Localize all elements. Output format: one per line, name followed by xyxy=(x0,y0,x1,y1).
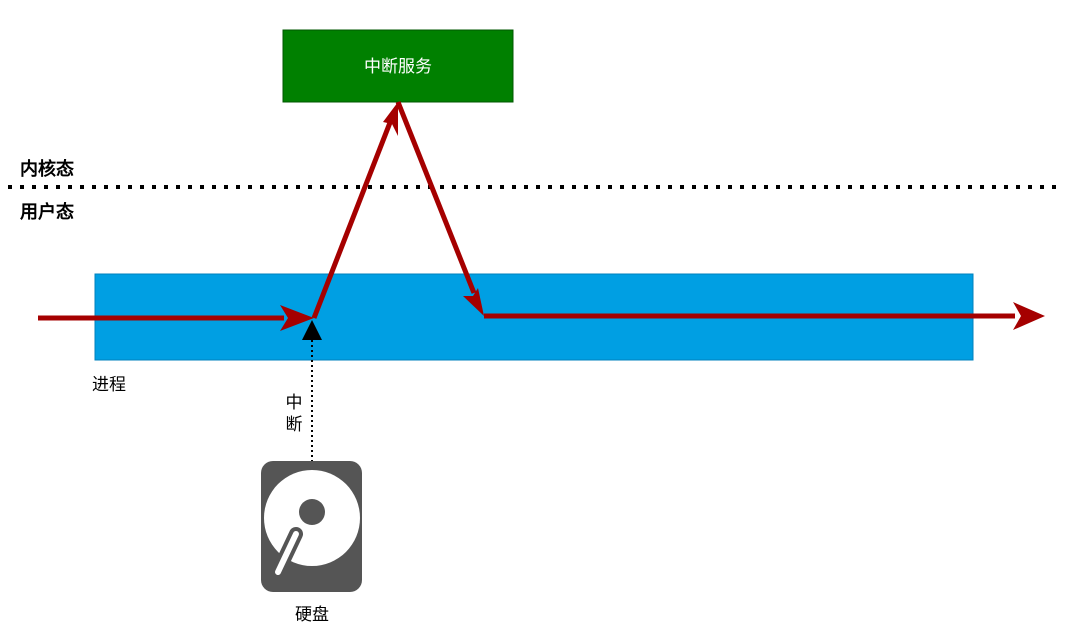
interrupt-label-char-2: 断 xyxy=(286,415,303,435)
kernel-mode-label: 内核态 xyxy=(20,158,74,180)
interrupt-service-label: 中断服务 xyxy=(364,57,432,77)
hard-disk-icon xyxy=(261,461,362,592)
hard-disk-label: 硬盘 xyxy=(295,605,329,625)
process-label: 进程 xyxy=(92,375,126,395)
interrupt-flow-diagram: 中断服务 内核态 用户态 进程 中 断 硬盘 xyxy=(8,29,1062,625)
user-mode-label: 用户态 xyxy=(20,201,74,223)
interrupt-label-char-1: 中 xyxy=(286,393,303,413)
